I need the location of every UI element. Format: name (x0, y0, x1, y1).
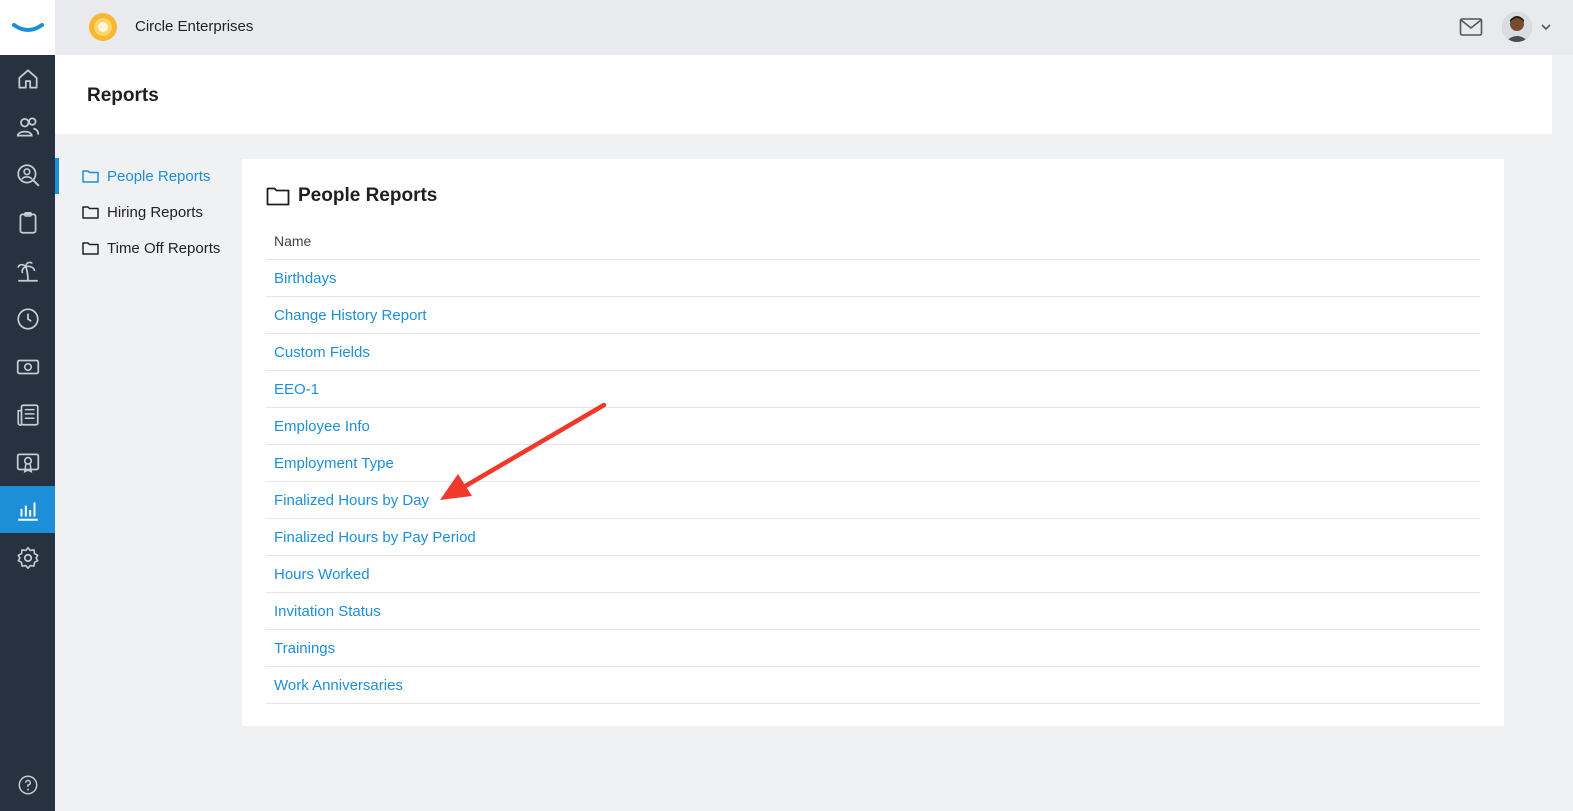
sidebar-item-tasks[interactable] (0, 199, 55, 246)
table-row: Trainings (266, 630, 1480, 667)
sidebar-item-time-off[interactable] (0, 247, 55, 294)
main-content: Reports People Reports Hiring Reports Ti… (55, 55, 1573, 811)
report-link-finalized-hours-by-day[interactable]: Finalized Hours by Day (274, 492, 429, 509)
table-row: Birthdays (266, 260, 1480, 297)
palm-tree-icon (16, 261, 38, 282)
report-link-employment-type[interactable]: Employment Type (274, 455, 394, 472)
page-title: Reports (87, 85, 159, 106)
help-button[interactable] (0, 761, 55, 808)
sidebar-item-settings[interactable] (0, 534, 55, 581)
reports-card: People Reports Name Birthdays Change His… (242, 159, 1504, 726)
page-header: Reports (55, 55, 1552, 134)
folder-label: People Reports (107, 167, 211, 185)
report-link-invitation-status[interactable]: Invitation Status (274, 603, 381, 620)
table-row: EEO-1 (266, 371, 1480, 408)
report-link-change-history[interactable]: Change History Report (274, 307, 427, 324)
top-bar: Circle Enterprises (55, 0, 1573, 55)
table-row: Invitation Status (266, 593, 1480, 630)
mail-icon[interactable] (1459, 16, 1483, 38)
certificate-icon (16, 452, 39, 473)
column-header-name[interactable]: Name (266, 233, 1480, 260)
cash-icon (16, 359, 39, 374)
folder-icon (82, 206, 99, 219)
clipboard-icon (19, 211, 36, 234)
sidebar-item-people[interactable] (0, 103, 55, 150)
home-icon (17, 68, 38, 89)
report-folder-nav: People Reports Hiring Reports Time Off R… (55, 158, 235, 266)
reports-chart-icon (17, 501, 38, 521)
clock-icon (16, 307, 39, 330)
folder-label: Hiring Reports (107, 203, 203, 221)
company-name[interactable]: Circle Enterprises (135, 18, 253, 35)
chevron-down-icon[interactable] (1539, 20, 1553, 34)
table-row: Change History Report (266, 297, 1480, 334)
folder-icon (82, 170, 99, 183)
sidebar-item-time-tracking[interactable] (0, 295, 55, 342)
people-icon (16, 116, 39, 137)
folder-icon (266, 187, 290, 206)
newspaper-icon (16, 403, 39, 426)
help-icon (18, 775, 37, 794)
table-row: Custom Fields (266, 334, 1480, 371)
sidebar-item-home[interactable] (0, 55, 55, 102)
sidebar-item-reports[interactable] (0, 486, 55, 533)
company-logo-icon[interactable] (88, 12, 118, 42)
smile-logo-icon (11, 22, 44, 32)
card-title-text: People Reports (298, 185, 438, 206)
avatar-photo-icon (1502, 12, 1532, 42)
report-link-trainings[interactable]: Trainings (274, 640, 335, 657)
folder-people-reports[interactable]: People Reports (55, 158, 235, 194)
report-link-custom-fields[interactable]: Custom Fields (274, 344, 370, 361)
user-avatar[interactable] (1502, 12, 1532, 42)
report-link-employee-info[interactable]: Employee Info (274, 418, 370, 435)
table-row: Employment Type (266, 445, 1480, 482)
left-sidebar (0, 0, 55, 811)
report-link-work-anniversaries[interactable]: Work Anniversaries (274, 677, 403, 694)
table-row: Finalized Hours by Day (266, 482, 1480, 519)
folder-hiring-reports[interactable]: Hiring Reports (55, 194, 235, 230)
sidebar-item-hiring[interactable] (0, 151, 55, 198)
table-row: Finalized Hours by Pay Period (266, 519, 1480, 556)
report-link-hours-worked[interactable]: Hours Worked (274, 566, 370, 583)
folder-icon (82, 242, 99, 255)
report-list: Birthdays Change History Report Custom F… (266, 260, 1480, 704)
gear-icon (16, 546, 39, 569)
table-row: Hours Worked (266, 556, 1480, 593)
card-title: People Reports (266, 185, 437, 207)
sidebar-item-training[interactable] (0, 439, 55, 486)
hiring-search-icon (16, 163, 40, 187)
report-link-eeo-1[interactable]: EEO-1 (274, 381, 319, 398)
report-link-finalized-hours-by-pay-period[interactable]: Finalized Hours by Pay Period (274, 529, 476, 546)
report-link-birthdays[interactable]: Birthdays (274, 270, 337, 287)
sidebar-item-news[interactable] (0, 391, 55, 438)
sidebar-item-payroll[interactable] (0, 343, 55, 390)
table-row: Work Anniversaries (266, 667, 1480, 704)
folder-time-off-reports[interactable]: Time Off Reports (55, 230, 235, 266)
table-row: Employee Info (266, 408, 1480, 445)
app-logo[interactable] (0, 0, 55, 55)
folder-label: Time Off Reports (107, 239, 221, 257)
